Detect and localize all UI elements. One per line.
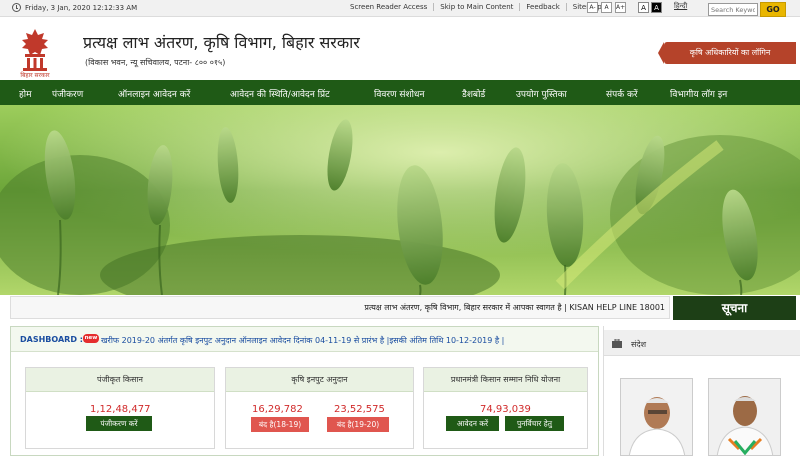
closed-19-20-button[interactable]: बंद है(19-20) [327,417,389,432]
nav-online-apply[interactable]: ऑनलाइन आवेदन करें [118,87,190,100]
font-normal-button[interactable]: A [601,2,612,13]
search-input[interactable] [708,3,758,16]
briefcase-icon [612,339,622,348]
date-text: Friday, 3 Jan, 2020 12:12:33 AM [25,3,138,12]
skip-to-main-link[interactable]: Skip to Main Content [434,3,521,11]
subsidy-count-19-20: 23,52,575 [334,404,385,415]
subsidy-count-18-19: 16,29,782 [252,404,303,415]
notice-heading[interactable]: सूचना [673,296,796,320]
pm-kisan-count: 74,93,039 [480,404,531,415]
main-nav: होम पंजीकरण ऑनलाइन आवेदन करें आवेदन की स… [0,80,800,105]
clock-icon [12,3,21,12]
language-toggle[interactable]: हिन्दी [674,2,687,11]
nav-details-update[interactable]: विवरण संशोधन [374,87,424,100]
registered-farmers-count: 1,12,48,477 [90,404,151,415]
officer-login-button[interactable]: कृषि अधिकारियों का लॉगिन [658,42,796,64]
light-contrast-button[interactable]: A [638,2,649,13]
page: Friday, 3 Jan, 2020 12:12:33 AM Screen R… [0,0,800,456]
apply-button[interactable]: आवेदन करें [446,416,499,431]
reconsideration-button[interactable]: पुनर्विचार हेतु [505,416,564,431]
dashboard-message[interactable]: खरीफ 2019-20 अंतर्गत कृषि इनपुट अनुदान ऑ… [101,335,504,346]
feedback-link[interactable]: Feedback [520,3,567,11]
register-button[interactable]: पंजीकरण करें [86,416,152,431]
dashboard-label: DASHBOARD :: [20,335,87,344]
dark-contrast-button[interactable]: A [651,2,662,13]
card-title: कृषि इनपुट अनुदान [226,368,413,392]
site-address: (विकास भवन, न्यू सचिवालय, पटना- ८०० ०१५) [85,58,226,67]
site-title: प्रत्यक्ष लाभ अंतरण, कृषि विभाग, बिहार स… [83,33,360,52]
contrast-controls: A A [638,2,662,13]
top-utility-bar: Friday, 3 Jan, 2020 12:12:33 AM Screen R… [0,0,800,17]
nav-user-manual[interactable]: उपयोग पुस्तिका [516,87,567,100]
site-header: बिहार सरकार प्रत्यक्ष लाभ अंतरण, कृषि वि… [0,17,800,80]
closed-18-19-button[interactable]: बंद है(18-19) [251,417,309,432]
screen-reader-link[interactable]: Screen Reader Access [344,3,435,11]
font-decrease-button[interactable]: A- [587,2,598,13]
nav-dashboard[interactable]: डैशबोर्ड [462,87,485,100]
message-panel-title: संदेश [631,340,647,349]
dashboard-header: DASHBOARD :: new खरीफ 2019-20 अंतर्गत कृ… [11,327,598,352]
hero-banner [0,105,800,295]
pm-kisan-card: प्रधानमंत्री किसान सम्मान निधि योजना 74,… [423,367,588,449]
nav-contact[interactable]: संपर्क करें [606,87,638,100]
date-display: Friday, 3 Jan, 2020 12:12:33 AM [12,3,137,12]
top-links: Screen Reader Access Skip to Main Conten… [344,3,608,11]
new-badge: new [83,334,99,343]
minister-photo[interactable] [708,378,781,456]
registered-farmers-card: पंजीकृत किसान 1,12,48,477 पंजीकरण करें [25,367,215,449]
input-subsidy-card: कृषि इनपुट अनुदान 16,29,782 23,52,575 बं… [225,367,414,449]
card-title: पंजीकृत किसान [26,368,214,392]
card-title: प्रधानमंत्री किसान सम्मान निधि योजना [424,368,587,392]
nav-application-status[interactable]: आवेदन की स्थिति/आवेदन प्रिंट [230,87,330,100]
emblem-caption: बिहार सरकार [20,72,50,79]
bihar-emblem-icon[interactable] [14,25,56,75]
message-panel: संदेश [603,326,800,456]
go-button[interactable]: GO [760,2,786,17]
wheat-field-image [0,105,800,295]
ticker-text[interactable]: प्रत्यक्ष लाभ अंतरण, कृषि विभाग, बिहार स… [364,302,665,313]
dashboard-panel: DASHBOARD :: new खरीफ 2019-20 अंतर्गत कृ… [10,326,599,456]
chief-minister-photo[interactable] [620,378,693,456]
nav-registration[interactable]: पंजीकरण [52,87,83,100]
nav-home[interactable]: होम [19,87,32,100]
font-increase-button[interactable]: A+ [615,2,626,13]
nav-department-login[interactable]: विभागीय लॉग इन [670,87,727,100]
message-panel-header: संदेश [604,330,800,356]
news-ticker: प्रत्यक्ष लाभ अंतरण, कृषि विभाग, बिहार स… [10,296,670,319]
font-size-controls: A- A A+ [587,2,626,13]
